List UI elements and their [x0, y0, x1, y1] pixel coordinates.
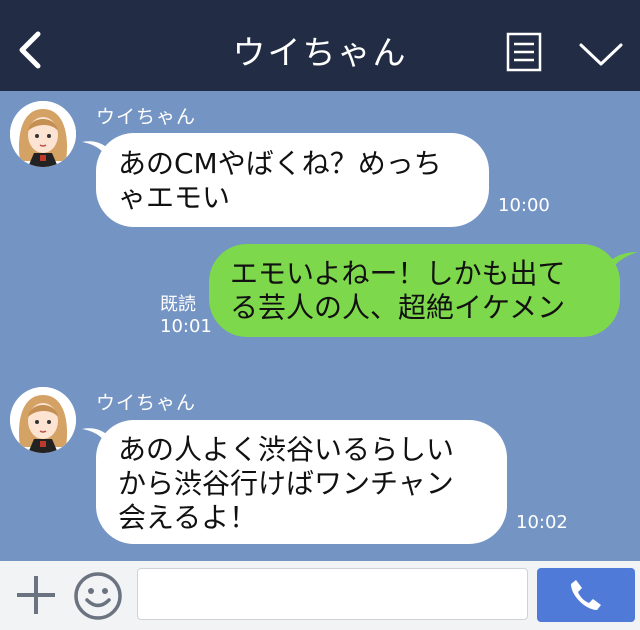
- plus-icon[interactable]: [14, 573, 58, 617]
- message-line: ゃエモい: [118, 181, 231, 214]
- message-bubble-incoming[interactable]: あのCMやばくね？めっち ゃエモい: [96, 133, 489, 227]
- avatar[interactable]: [10, 101, 76, 167]
- message-line: エモいよねー！しかも出て: [230, 257, 566, 290]
- chat-title: ウイちゃん: [232, 33, 408, 72]
- sender-name: ウイちゃん: [96, 106, 197, 128]
- message-line: あのCMやばくね？めっち: [118, 147, 442, 180]
- sender-name: ウイちゃん: [96, 392, 197, 414]
- message-composer: [0, 561, 640, 630]
- read-receipt: 既読 10:01: [160, 294, 212, 338]
- message-bubble-incoming[interactable]: あの人よく渋谷いるらしい から渋谷行けばワンチャン 会えるよ！: [96, 420, 507, 544]
- read-label: 既読: [160, 294, 196, 315]
- avatar[interactable]: [10, 387, 76, 453]
- message-line: る芸人の人、超絶イケメン: [230, 291, 566, 324]
- message-bubble-outgoing[interactable]: エモいよねー！しかも出て る芸人の人、超絶イケメン: [209, 244, 620, 337]
- call-button[interactable]: [537, 568, 635, 622]
- smile-icon[interactable]: [73, 571, 123, 621]
- message-line: あの人よく渋谷いるらしい: [118, 433, 455, 466]
- message-line: から渋谷行けばワンチャン: [118, 467, 454, 500]
- message-input[interactable]: [137, 568, 528, 620]
- note-menu-icon[interactable]: [506, 32, 542, 72]
- chevron-down-icon[interactable]: [578, 40, 624, 68]
- phone-icon: [571, 580, 601, 610]
- chat-header: ウイちゃん: [0, 0, 640, 91]
- message-time: 10:00: [498, 195, 550, 216]
- message-line: 会えるよ！: [118, 501, 258, 534]
- message-time: 10:01: [160, 316, 212, 337]
- message-time: 10:02: [516, 512, 568, 533]
